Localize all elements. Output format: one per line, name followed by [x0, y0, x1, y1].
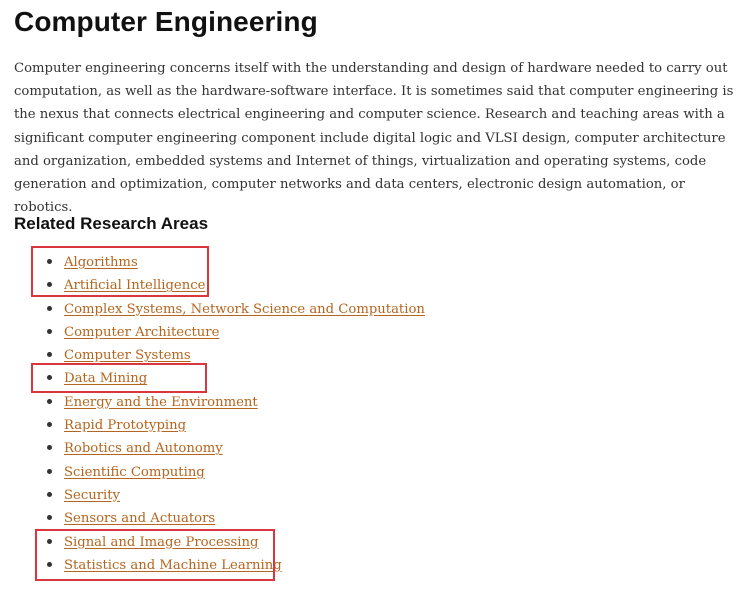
- bullet-icon: [47, 352, 52, 358]
- bullet-icon: [47, 445, 52, 451]
- bullet-icon: [47, 328, 52, 334]
- bullet-icon: [47, 422, 52, 428]
- bullet-icon: [47, 398, 52, 404]
- link-rapid-prototyping[interactable]: Rapid Prototyping: [64, 418, 186, 433]
- link-complex-systems[interactable]: Complex Systems, Network Science and Com…: [64, 302, 425, 317]
- bullet-icon: [47, 468, 52, 474]
- related-research-areas-heading: Related Research Areas: [14, 214, 209, 233]
- list-item: Data Mining: [0, 367, 425, 390]
- link-robotics-and-autonomy[interactable]: Robotics and Autonomy: [64, 441, 223, 456]
- list-item: Artificial Intelligence: [0, 274, 425, 297]
- link-computer-architecture[interactable]: Computer Architecture: [64, 325, 219, 340]
- bullet-icon: [47, 282, 52, 288]
- link-energy-and-the-environment[interactable]: Energy and the Environment: [64, 395, 258, 410]
- list-item: Robotics and Autonomy: [0, 437, 425, 460]
- list-item: Sensors and Actuators: [0, 507, 425, 530]
- list-item: Complex Systems, Network Science and Com…: [0, 298, 425, 321]
- link-data-mining[interactable]: Data Mining: [64, 371, 147, 386]
- link-computer-systems[interactable]: Computer Systems: [64, 348, 191, 363]
- link-signal-and-image-processing[interactable]: Signal and Image Processing: [64, 535, 258, 550]
- list-item: Computer Systems: [0, 344, 425, 367]
- list-item: Energy and the Environment: [0, 391, 425, 414]
- intro-paragraph: Computer engineering concerns itself wit…: [14, 61, 734, 216]
- bullet-icon: [47, 375, 52, 381]
- bullet-icon: [47, 305, 52, 311]
- list-item: Algorithms: [0, 251, 425, 274]
- bullet-icon: [47, 561, 52, 567]
- list-item: Scientific Computing: [0, 461, 425, 484]
- link-statistics-and-machine-learning[interactable]: Statistics and Machine Learning: [64, 558, 282, 573]
- research-areas-list: Algorithms Artificial Intelligence Compl…: [0, 251, 425, 577]
- list-item: Security: [0, 484, 425, 507]
- link-algorithms[interactable]: Algorithms: [64, 255, 138, 270]
- list-item: Signal and Image Processing: [0, 531, 425, 554]
- list-item: Rapid Prototyping: [0, 414, 425, 437]
- bullet-icon: [47, 259, 52, 264]
- list-item: Computer Architecture: [0, 321, 425, 344]
- page-title: Computer Engineering: [14, 6, 318, 37]
- bullet-icon: [47, 538, 52, 544]
- link-sensors-and-actuators[interactable]: Sensors and Actuators: [64, 511, 215, 526]
- list-item: Statistics and Machine Learning: [0, 554, 425, 577]
- link-security[interactable]: Security: [64, 488, 120, 503]
- link-scientific-computing[interactable]: Scientific Computing: [64, 465, 205, 480]
- link-artificial-intelligence[interactable]: Artificial Intelligence: [64, 278, 205, 293]
- bullet-icon: [47, 491, 52, 497]
- bullet-icon: [47, 515, 52, 521]
